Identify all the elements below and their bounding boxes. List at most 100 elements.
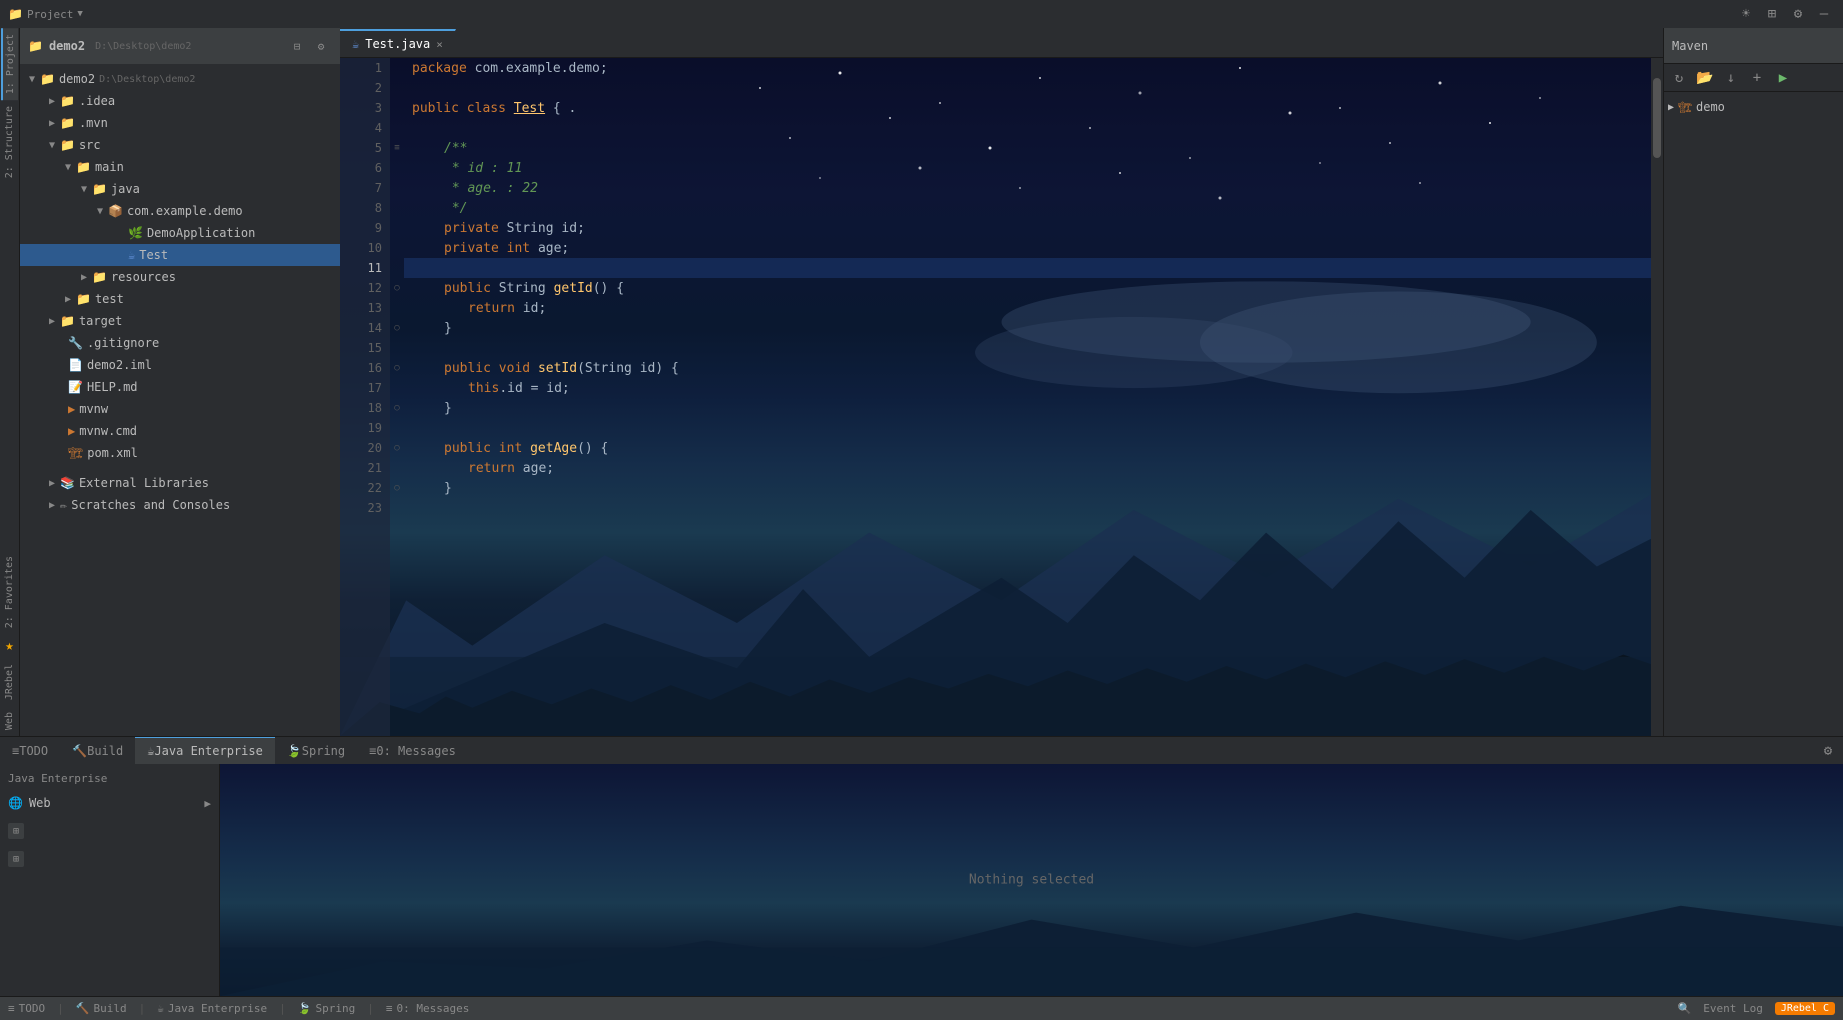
bottom-icon-row-2: ⊞ — [8, 847, 211, 871]
editor-tabs: ☕ Test.java × — [340, 28, 1663, 58]
tree-iml[interactable]: 📄 demo2.iml — [20, 354, 340, 376]
maven-download-btn[interactable]: ↓ — [1720, 67, 1742, 89]
tree-target[interactable]: ▶ 📁 target — [20, 310, 340, 332]
root-folder-icon: 📁 — [40, 72, 55, 86]
src-icon: 📁 — [60, 138, 75, 152]
spring-class-icon: 🌿 — [128, 226, 143, 240]
fold-20[interactable]: ○ — [390, 438, 404, 458]
tree-pomxml[interactable]: 🏗 pom.xml — [20, 442, 340, 464]
tree-demo-app[interactable]: 🌿 DemoApplication — [20, 222, 340, 244]
code-editor[interactable]: package com.example.demo; public class T… — [404, 58, 1651, 736]
maven-demo-item[interactable]: ▶ 🏗 demo — [1668, 96, 1839, 118]
jrebel-side-tab[interactable]: JRebel — [2, 658, 17, 706]
editor-scrollbar[interactable] — [1651, 58, 1663, 736]
mvnw-icon: ▶ — [68, 402, 75, 416]
enterprise-status-icon: ☕ — [157, 1002, 164, 1015]
event-log-status[interactable]: Event Log — [1703, 1002, 1763, 1015]
fold-19 — [390, 418, 404, 438]
minimize-button[interactable]: — — [1813, 3, 1835, 25]
spring-status-icon: 🍃 — [298, 1002, 312, 1015]
structure-tab[interactable]: 2: Structure — [2, 100, 17, 184]
fold-9 — [390, 218, 404, 238]
tree-main[interactable]: ▼ 📁 main — [20, 156, 340, 178]
spring-status[interactable]: 🍃 Spring — [298, 1002, 355, 1015]
tree-idea[interactable]: ▶ 📁 .idea — [20, 90, 340, 112]
code-line-8: */ — [404, 198, 1651, 218]
messages-tab[interactable]: ≡ 0: Messages — [357, 737, 468, 765]
settings-button[interactable]: ⚙ — [1787, 3, 1809, 25]
collapse-all-btn[interactable]: ⊟ — [286, 35, 308, 57]
maven-run-btn[interactable]: ▶ — [1772, 67, 1794, 89]
scrollbar-thumb[interactable] — [1653, 78, 1661, 158]
messages-icon: ≡ — [369, 744, 376, 758]
fold-5[interactable]: ≡ — [390, 138, 404, 158]
tree-src[interactable]: ▼ 📁 src — [20, 134, 340, 156]
title-bar-project[interactable]: 📁 Project ▼ — [8, 7, 83, 21]
code-line-23 — [404, 498, 1651, 518]
java-folder-icon: 📁 — [92, 182, 107, 196]
tab-test-java[interactable]: ☕ Test.java × — [340, 29, 456, 57]
messages-status[interactable]: ≡ 0: Messages — [386, 1002, 469, 1015]
mvn-icon: 📁 — [60, 116, 75, 130]
enterprise-tab[interactable]: ☕ Java Enterprise — [135, 737, 275, 765]
fold-16[interactable]: ○ — [390, 358, 404, 378]
todo-status[interactable]: ≡ TODO — [8, 1002, 45, 1015]
fold-6 — [390, 158, 404, 178]
favorites-star[interactable]: ★ — [3, 634, 15, 658]
ln-16: 16 — [340, 358, 390, 378]
jrebel-status[interactable]: JRebel C — [1775, 1002, 1835, 1015]
maven-refresh-btn[interactable]: ↻ — [1668, 67, 1690, 89]
favorites-tab[interactable]: 2: Favorites — [2, 550, 17, 634]
tree-resources[interactable]: ▶ 📁 resources — [20, 266, 340, 288]
build-tab[interactable]: 🔨 Build — [60, 737, 135, 765]
maven-add-btn[interactable]: 📂 — [1694, 67, 1716, 89]
tree-test[interactable]: ☕ Test — [20, 244, 340, 266]
status-bar: ≡ TODO | 🔨 Build | ☕ Java Enterprise | 🍃… — [0, 996, 1843, 1020]
tree-root[interactable]: ▼ 📁 demo2 D:\Desktop\demo2 — [20, 68, 340, 90]
bottom-icon-row: ⊞ — [8, 819, 211, 843]
settings-tree-btn[interactable]: ⚙ — [310, 35, 332, 57]
tree-package[interactable]: ▼ 📦 com.example.demo — [20, 200, 340, 222]
fold-22[interactable]: ○ — [390, 478, 404, 498]
idea-icon: 📁 — [60, 94, 75, 108]
tree-java[interactable]: ▼ 📁 java — [20, 178, 340, 200]
web-item[interactable]: 🌐 Web ▶ — [8, 791, 211, 815]
bottom-left-panel: Java Enterprise 🌐 Web ▶ ⊞ ⊞ — [0, 764, 220, 996]
bottom-icon-btn-1[interactable]: ⊞ — [8, 823, 24, 839]
bottom-icon-btn-2[interactable]: ⊞ — [8, 851, 24, 867]
tree-mvn[interactable]: ▶ 📁 .mvn — [20, 112, 340, 134]
tab-label: Test.java — [365, 37, 430, 51]
todo-status-icon: ≡ — [8, 1002, 15, 1015]
fold-12[interactable]: ○ — [390, 278, 404, 298]
maven-plus-btn[interactable]: + — [1746, 67, 1768, 89]
build-status[interactable]: 🔨 Build — [76, 1002, 127, 1015]
tree-mvnw[interactable]: ▶ mvnw — [20, 398, 340, 420]
fold-3 — [390, 98, 404, 118]
jrebel-badge: JRebel C — [1775, 1002, 1835, 1015]
java-enterprise-status[interactable]: ☕ Java Enterprise — [157, 1002, 267, 1015]
bottom-main-panel: Nothing selected — [220, 764, 1843, 996]
bottom-settings-btn[interactable]: ⚙ — [1817, 740, 1839, 762]
tree-test-folder[interactable]: ▶ 📁 test — [20, 288, 340, 310]
tree-gitignore[interactable]: 🔧 .gitignore — [20, 332, 340, 354]
tree-help[interactable]: 📝 HELP.md — [20, 376, 340, 398]
todo-tab[interactable]: ≡ TODO — [0, 737, 60, 765]
web-side-tab[interactable]: Web — [2, 706, 17, 736]
fold-18[interactable]: ○ — [390, 398, 404, 418]
sync-button[interactable]: ☀ — [1735, 3, 1757, 25]
pomxml-icon: 🏗 — [68, 446, 83, 460]
root-label: demo2 — [59, 72, 95, 86]
scratches-icon: ✏ — [60, 498, 67, 512]
messages-status-icon: ≡ — [386, 1002, 393, 1015]
tree-scratches[interactable]: ▶ ✏ Scratches and Consoles — [20, 494, 340, 516]
fold-14[interactable]: ○ — [390, 318, 404, 338]
search-status-btn[interactable]: 🔍 — [1678, 1002, 1692, 1015]
tab-close-btn[interactable]: × — [436, 38, 443, 51]
ln-23: 23 — [340, 498, 390, 518]
tree-external-libs[interactable]: ▶ 📚 External Libraries — [20, 472, 340, 494]
tree-mvnwcmd[interactable]: ▶ mvnw.cmd — [20, 420, 340, 442]
fold-1 — [390, 58, 404, 78]
spring-tab[interactable]: 🍃 Spring — [275, 737, 357, 765]
layout-button[interactable]: ⊞ — [1761, 3, 1783, 25]
project-tab[interactable]: 1: Project — [1, 28, 18, 100]
